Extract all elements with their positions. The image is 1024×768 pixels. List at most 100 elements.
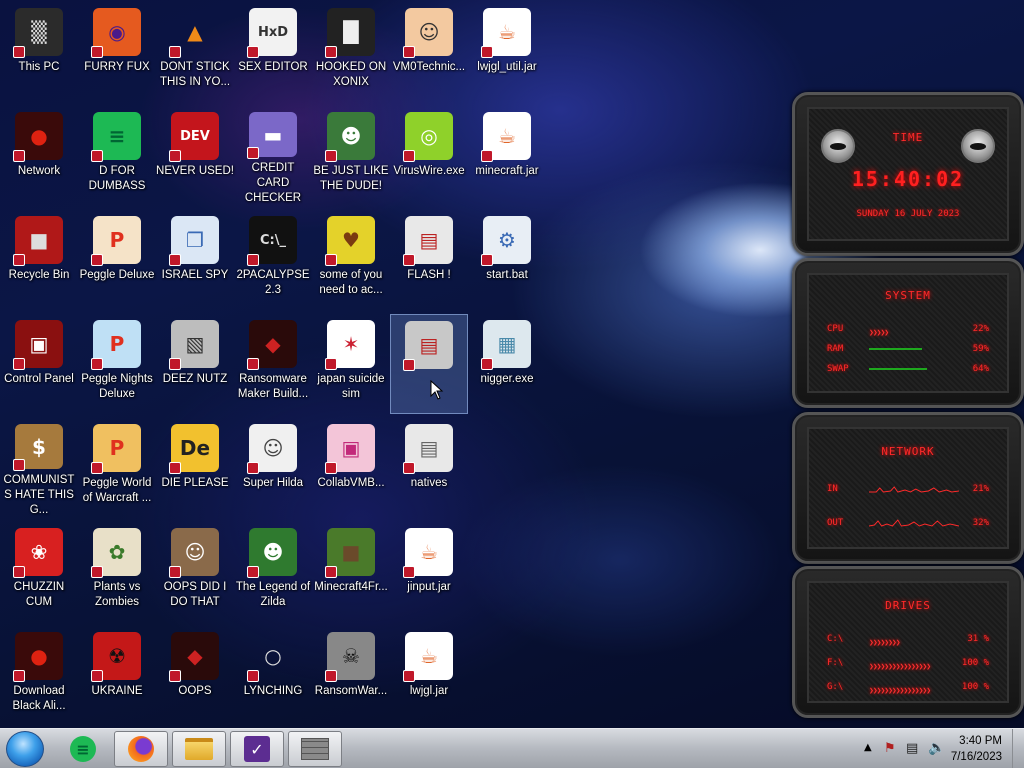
desktop-icon[interactable]: ▤ FLASH ! — [390, 210, 468, 310]
exe-window-icon: ▦ — [481, 320, 531, 370]
desktop-icon[interactable]: █ HOOKED ON XONIX — [312, 2, 390, 102]
desktop-icon[interactable]: De DIE PLEASE — [156, 418, 234, 518]
desktop-icon[interactable]: ❐ ISRAEL SPY — [156, 210, 234, 310]
desktop-icon[interactable]: ◆ Ransomware Maker Build... — [234, 314, 312, 414]
desktop-icon[interactable]: ◎ VirusWire.exe — [390, 106, 468, 206]
action-center-flag-icon[interactable]: ⚑ — [884, 741, 896, 756]
desktop-icon-label: SEX EDITOR — [238, 61, 308, 73]
desktop-icon-label: LYNCHING — [243, 685, 303, 697]
system-widget[interactable]: SYSTEM CPU ❯❯❯❯❯ 22% RAM 59% SWAP 64% — [792, 258, 1024, 408]
desktop-icon[interactable]: ▦ nigger.exe — [468, 314, 546, 414]
cpu-stat-row: CPU ❯❯❯❯❯ 22% — [827, 323, 989, 337]
desktop-icon[interactable]: ☻ BE JUST LIKE THE DUDE! — [312, 106, 390, 206]
network-widget-panel: NETWORK IN 21% OUT 32% — [807, 427, 1009, 549]
hex-editor-icon: HxD — [247, 8, 297, 58]
desktop-icon-label: DIE PLEASE — [161, 477, 229, 489]
java-jar-icon: ☕ — [481, 112, 531, 162]
desktop-icon[interactable]: ● Network — [0, 106, 78, 206]
ram-value: 59% — [972, 344, 989, 354]
desktop-icon[interactable]: ▣ CollabVMB... — [312, 418, 390, 518]
desktop-icon[interactable]: ☺ VM0Technic... — [390, 2, 468, 102]
swap-value: 64% — [972, 364, 989, 374]
desktop-icon[interactable]: ▤ — [390, 314, 468, 414]
desktop-icon[interactable]: ▲ DONT STICK THIS IN YO... — [156, 2, 234, 102]
desktop-icon[interactable]: ● Download Black Ali... — [0, 626, 78, 726]
desktop-icon[interactable]: ▤ natives — [390, 418, 468, 518]
xonix-icon: █ — [325, 8, 375, 58]
desktop-icon[interactable]: ▬ CREDIT CARD CHECKER — [234, 106, 312, 206]
desktop-icon[interactable]: ✶ japan suicide sim — [312, 314, 390, 414]
desktop-icon[interactable]: ♥ some of you need to ac... — [312, 210, 390, 310]
shortcut-arrow-icon — [403, 670, 415, 682]
desktop-icon[interactable]: ☻ The Legend of Zilda — [234, 522, 312, 622]
taskbar: ≡ ✓ ▲ ⚑ ▤ 🔈 3:40 PM 7/16/2023 — [0, 728, 1024, 768]
shortcut-arrow-icon — [13, 459, 25, 471]
show-desktop-button[interactable] — [1012, 729, 1024, 768]
network-out-graph — [868, 518, 960, 528]
drive-c-bar: ❯❯❯❯❯❯❯❯ — [869, 638, 959, 647]
desktop-icon[interactable]: C:\_ 2PACALYPSE 2.3 — [234, 210, 312, 310]
desktop-icon-label: CollabVMB... — [317, 477, 385, 489]
desktop-icon-label: Peggle Deluxe — [79, 269, 155, 281]
shortcut-arrow-icon — [247, 358, 259, 370]
time-widget[interactable]: TIME 15:40:02 SUNDAY 16 JULY 2023 — [792, 92, 1024, 256]
desktop-icon[interactable]: ☺ Super Hilda — [234, 418, 312, 518]
pvz-icon: ✿ — [91, 528, 141, 578]
firefox-button[interactable] — [114, 731, 168, 767]
shortcut-arrow-icon — [403, 46, 415, 58]
desktop-icon[interactable]: DEV NEVER USED! — [156, 106, 234, 206]
desktop-icon[interactable]: ✿ Plants vs Zombies — [78, 522, 156, 622]
desktop-icon[interactable]: $ COMMUNISTS HATE THIS G... — [0, 418, 78, 518]
desktop-icon[interactable]: ☕ minecraft.jar — [468, 106, 546, 206]
zelda-icon: ☻ — [247, 528, 297, 578]
shortcut-arrow-icon — [481, 358, 493, 370]
desktop-icon[interactable]: ▣ Control Panel — [0, 314, 78, 414]
desktop-icon[interactable]: ☕ lwjgl_util.jar — [468, 2, 546, 102]
desktop-icon[interactable]: HxD SEX EDITOR — [234, 2, 312, 102]
desktop-icon[interactable]: ◆ OOPS — [156, 626, 234, 726]
desktop-icon[interactable]: ■ Recycle Bin — [0, 210, 78, 310]
firefox-icon: ◉ — [91, 8, 141, 58]
taskbar-clock[interactable]: 3:40 PM 7/16/2023 — [951, 733, 1002, 765]
desktop-icon[interactable]: ○ LYNCHING — [234, 626, 312, 726]
pinned-green-app-button[interactable]: ≡ — [56, 731, 110, 767]
desktop-icon[interactable]: ■ Minecraft4Fr... — [312, 522, 390, 622]
pixel-character-icon: ☺ — [247, 424, 297, 474]
network-tray-icon[interactable]: ▤ — [906, 741, 918, 756]
green-d-icon: ≡ — [70, 736, 96, 762]
desktop-icon[interactable]: ◉ FURRY FUX — [78, 2, 156, 102]
desktop-icon[interactable]: ☕ lwjgl.jar — [390, 626, 468, 726]
desktop-icon-label: Recycle Bin — [8, 269, 70, 281]
volume-icon[interactable]: 🔈 — [928, 740, 945, 756]
desktop-icon-label: RansomWar... — [314, 685, 388, 697]
lime-icon: ◎ — [403, 112, 453, 162]
game-file-icon: ✶ — [325, 320, 375, 370]
start-button[interactable] — [6, 731, 44, 767]
desktop-icon[interactable]: P Peggle Nights Deluxe — [78, 314, 156, 414]
desktop-icon[interactable]: P Peggle Deluxe — [78, 210, 156, 310]
desktop-icon[interactable]: ≡ D FOR DUMBASS — [78, 106, 156, 206]
desktop-icon[interactable]: ▒ This PC — [0, 2, 78, 102]
desktop-icon[interactable]: ☠ RansomWar... — [312, 626, 390, 726]
desktop-icon-label: Peggle Nights Deluxe — [81, 373, 153, 400]
network-widget[interactable]: NETWORK IN 21% OUT 32% — [792, 412, 1024, 564]
desktop-icon[interactable]: P Peggle World of Warcraft ... — [78, 418, 156, 518]
shortcut-arrow-icon — [169, 462, 181, 474]
visual-studio-button[interactable]: ✓ — [230, 731, 284, 767]
desktop-icon[interactable]: ☺ OOPS DID I DO THAT — [156, 522, 234, 622]
desktop-icon-label: This PC — [18, 61, 60, 73]
drive-g-bar: ❯❯❯❯❯❯❯❯❯❯❯❯❯❯❯❯ — [869, 686, 959, 695]
desktop-icon-label: lwjgl_util.jar — [477, 61, 537, 73]
explorer-button[interactable] — [172, 731, 226, 767]
shortcut-arrow-icon — [13, 670, 25, 682]
desktop-icon[interactable]: ❀ CHUZZIN CUM — [0, 522, 78, 622]
desktop-icon[interactable]: ⚙ start.bat — [468, 210, 546, 310]
wall-app-button[interactable] — [288, 731, 342, 767]
drive-g-chevrons-icon: ❯❯❯❯❯❯❯❯❯❯❯❯❯❯❯❯ — [869, 686, 931, 695]
show-hidden-icons-chevron-icon[interactable]: ▲ — [864, 742, 872, 753]
drives-widget[interactable]: DRIVES C:\ ❯❯❯❯❯❯❯❯ 31 % F:\ ❯❯❯❯❯❯❯❯❯❯❯… — [792, 566, 1024, 718]
desktop-icon[interactable]: ☢ UKRAINE — [78, 626, 156, 726]
desktop-icon[interactable]: ▧ DEEZ NUTZ — [156, 314, 234, 414]
desktop-icon[interactable]: ☕ jinput.jar — [390, 522, 468, 622]
desktop-icon-label: OOPS DID I DO THAT — [163, 581, 227, 608]
